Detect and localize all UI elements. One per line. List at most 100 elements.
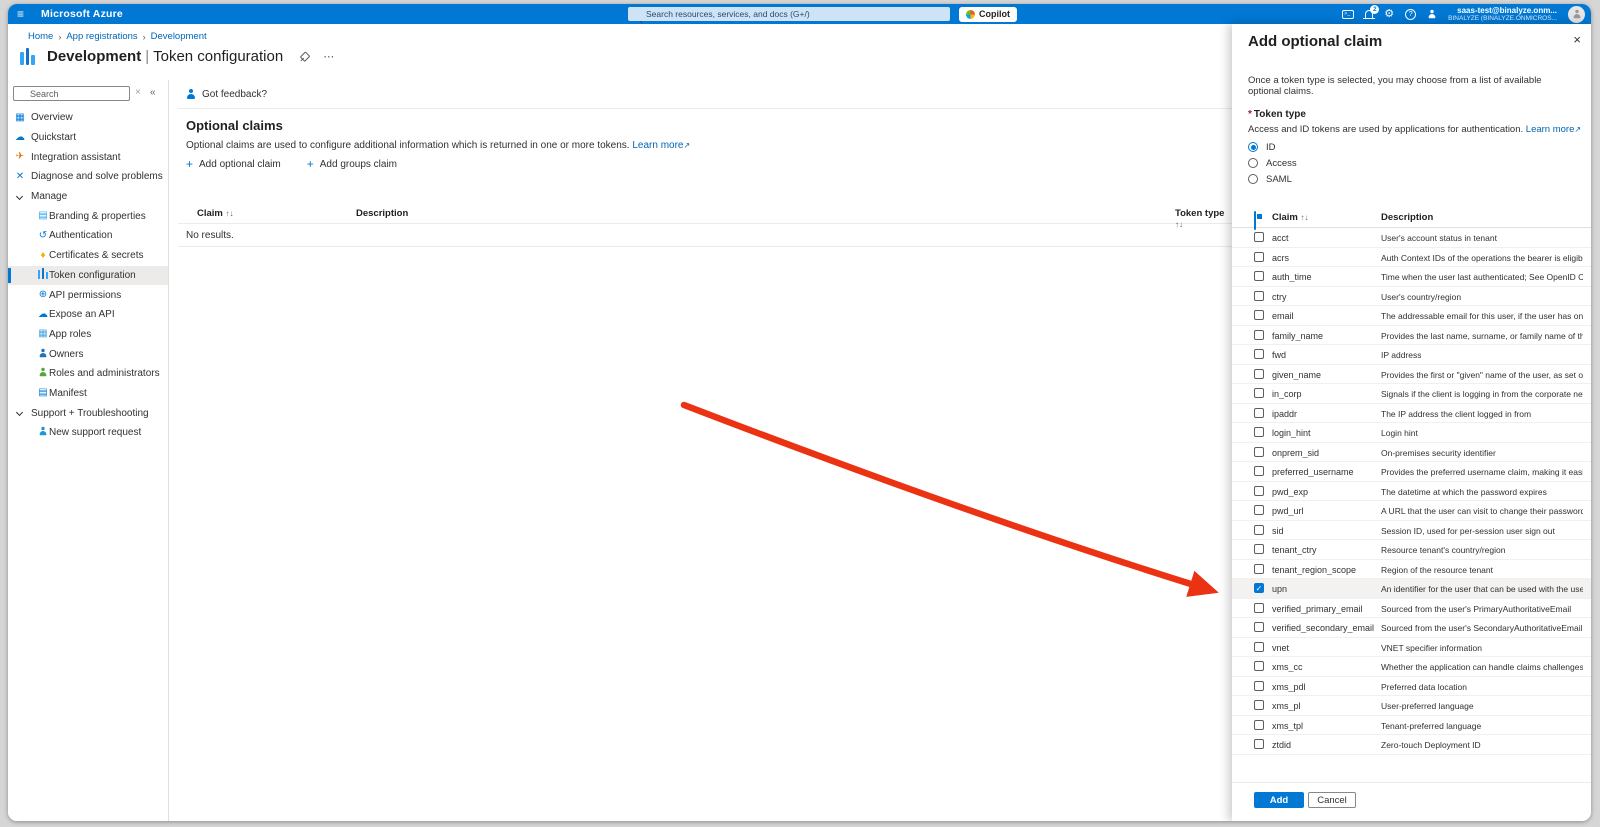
- sidebar-item-app-roles[interactable]: ▦App roles: [8, 325, 168, 345]
- cancel-button[interactable]: Cancel: [1308, 792, 1356, 808]
- sidebar-item-authentication[interactable]: ↺Authentication: [8, 226, 168, 246]
- hamburger-menu-icon[interactable]: ≡: [17, 8, 24, 20]
- sidebar-item-manage[interactable]: Manage: [8, 187, 168, 207]
- claim-checkbox[interactable]: [1254, 447, 1264, 457]
- breadcrumb-link-home[interactable]: Home: [28, 31, 53, 42]
- claim-row-family_name[interactable]: family_nameProvides the last name, surna…: [1232, 326, 1591, 346]
- claim-row-xms_pdl[interactable]: xms_pdlPreferred data location: [1232, 677, 1591, 697]
- sidebar-item-expose-an-api[interactable]: ☁Expose an API: [8, 305, 168, 325]
- claim-checkbox[interactable]: [1254, 232, 1264, 242]
- sidebar-item-support-troubleshooting[interactable]: Support + Troubleshooting: [8, 403, 168, 423]
- claim-row-preferred_username[interactable]: preferred_usernameProvides the preferred…: [1232, 462, 1591, 482]
- copilot-button[interactable]: Copilot: [959, 7, 1017, 22]
- sidebar-item-quickstart[interactable]: ☁Quickstart: [8, 128, 168, 148]
- claim-row-given_name[interactable]: given_nameProvides the first or "given" …: [1232, 365, 1591, 385]
- claim-row-auth_time[interactable]: auth_timeTime when the user last authent…: [1232, 267, 1591, 287]
- column-token-type[interactable]: Token type ↑↓: [1175, 208, 1232, 230]
- claim-checkbox[interactable]: [1254, 544, 1264, 554]
- claim-checkbox[interactable]: [1254, 505, 1264, 515]
- claim-row-sid[interactable]: sidSession ID, used for per-session user…: [1232, 521, 1591, 541]
- claim-checkbox[interactable]: [1254, 603, 1264, 613]
- claim-checkbox[interactable]: [1254, 271, 1264, 281]
- claim-checkbox[interactable]: [1254, 388, 1264, 398]
- claim-row-ztdid[interactable]: ztdidZero-touch Deployment ID: [1232, 735, 1591, 755]
- sidebar-item-roles-and-administrators[interactable]: Roles and administrators: [8, 364, 168, 384]
- claim-checkbox[interactable]: [1254, 564, 1264, 574]
- breadcrumb-link-app-registrations[interactable]: App registrations: [66, 31, 137, 42]
- column-description[interactable]: Description: [356, 208, 408, 219]
- learn-more-link[interactable]: Learn more: [1526, 124, 1575, 135]
- claim-row-login_hint[interactable]: login_hintLogin hint: [1232, 423, 1591, 443]
- claim-row-onprem_sid[interactable]: onprem_sidOn-premises security identifie…: [1232, 443, 1591, 463]
- breadcrumb-link-development[interactable]: Development: [151, 31, 207, 42]
- close-icon[interactable]: ×: [1573, 33, 1581, 46]
- claim-checkbox[interactable]: [1254, 310, 1264, 320]
- claim-row-xms_pl[interactable]: xms_plUser-preferred language: [1232, 696, 1591, 716]
- sidebar-item-integration-assistant[interactable]: ✈Integration assistant: [8, 147, 168, 167]
- claim-row-pwd_url[interactable]: pwd_urlA URL that the user can visit to …: [1232, 501, 1591, 521]
- claim-checkbox[interactable]: [1254, 661, 1264, 671]
- claim-checkbox[interactable]: [1254, 408, 1264, 418]
- claim-checkbox[interactable]: [1254, 349, 1264, 359]
- add-groups-claim-button[interactable]: +Add groups claim: [307, 158, 397, 170]
- sidebar-item-token-configuration[interactable]: Token configuration: [8, 266, 168, 286]
- pin-icon[interactable]: [297, 49, 311, 63]
- more-options-icon[interactable]: ⋯: [323, 50, 335, 63]
- column-claim[interactable]: Claim ↑↓: [197, 208, 234, 219]
- claim-row-vnet[interactable]: vnetVNET specifier information: [1232, 638, 1591, 658]
- claim-row-acrs[interactable]: acrsAuth Context IDs of the operations t…: [1232, 248, 1591, 268]
- claim-checkbox[interactable]: [1254, 330, 1264, 340]
- add-button[interactable]: Add: [1254, 792, 1304, 808]
- token-type-radio-id[interactable]: ID: [1248, 139, 1297, 155]
- claim-row-fwd[interactable]: fwdIP address: [1232, 345, 1591, 365]
- sidebar-item-manifest[interactable]: ▤Manifest: [8, 384, 168, 404]
- claim-row-xms_tpl[interactable]: xms_tplTenant-preferred language: [1232, 716, 1591, 736]
- claim-checkbox[interactable]: [1254, 622, 1264, 632]
- claim-checkbox[interactable]: [1254, 291, 1264, 301]
- claim-checkbox[interactable]: [1254, 252, 1264, 262]
- claim-row-ctry[interactable]: ctryUser's country/region: [1232, 287, 1591, 307]
- claim-checkbox[interactable]: [1254, 700, 1264, 710]
- claim-checkbox[interactable]: [1254, 427, 1264, 437]
- learn-more-link[interactable]: Learn more: [632, 140, 683, 151]
- add-optional-claim-button[interactable]: +Add optional claim: [186, 158, 281, 170]
- claims-column-claim[interactable]: Claim ↑↓: [1272, 212, 1309, 223]
- claim-checkbox[interactable]: [1254, 486, 1264, 496]
- claim-checkbox[interactable]: [1254, 720, 1264, 730]
- feedback-icon[interactable]: [1427, 9, 1437, 19]
- claim-row-email[interactable]: emailThe addressable email for this user…: [1232, 306, 1591, 326]
- claim-checkbox[interactable]: [1254, 739, 1264, 749]
- account-menu[interactable]: saas-test@binalyze.onm... BINALYZE (BINA…: [1448, 6, 1557, 23]
- claim-row-in_corp[interactable]: in_corpSignals if the client is logging …: [1232, 384, 1591, 404]
- claim-row-tenant_ctry[interactable]: tenant_ctryResource tenant's country/reg…: [1232, 540, 1591, 560]
- claim-checkbox[interactable]: [1254, 525, 1264, 535]
- claim-row-verified_primary_email[interactable]: verified_primary_emailSourced from the u…: [1232, 599, 1591, 619]
- token-type-radio-saml[interactable]: SAML: [1248, 171, 1297, 187]
- claim-row-upn[interactable]: ✓upnAn identifier for the user that can …: [1232, 579, 1591, 599]
- claim-checkbox[interactable]: ✓: [1254, 583, 1264, 593]
- sidebar-collapse-icon[interactable]: «: [150, 87, 156, 98]
- sidebar-item-api-permissions[interactable]: ⊕API permissions: [8, 285, 168, 305]
- claim-row-pwd_exp[interactable]: pwd_expThe datetime at which the passwor…: [1232, 482, 1591, 502]
- avatar[interactable]: [1568, 6, 1585, 23]
- sidebar-item-new-support-request[interactable]: New support request: [8, 423, 168, 443]
- brand-title[interactable]: Microsoft Azure: [41, 8, 123, 20]
- sidebar-item-diagnose-and-solve-problems[interactable]: ✕Diagnose and solve problems: [8, 167, 168, 187]
- sidebar-item-owners[interactable]: Owners: [8, 344, 168, 364]
- sidebar-search-clear-icon[interactable]: ×: [135, 87, 141, 98]
- claim-checkbox[interactable]: [1254, 681, 1264, 691]
- claim-row-verified_secondary_email[interactable]: verified_secondary_emailSourced from the…: [1232, 618, 1591, 638]
- claim-row-acct[interactable]: acctUser's account status in tenant: [1232, 228, 1591, 248]
- settings-gear-icon[interactable]: ⚙: [1384, 9, 1394, 20]
- claim-checkbox[interactable]: [1254, 369, 1264, 379]
- claim-row-ipaddr[interactable]: ipaddrThe IP address the client logged i…: [1232, 404, 1591, 424]
- got-feedback-button[interactable]: Got feedback?: [186, 89, 267, 100]
- claim-checkbox[interactable]: [1254, 642, 1264, 652]
- cloud-shell-icon[interactable]: >_: [1342, 10, 1354, 19]
- global-search-input[interactable]: [628, 7, 950, 21]
- sidebar-item-branding-properties[interactable]: ▤Branding & properties: [8, 206, 168, 226]
- token-type-radio-access[interactable]: Access: [1248, 155, 1297, 171]
- sidebar-item-certificates-secrets[interactable]: ♦Certificates & secrets: [8, 246, 168, 266]
- notifications-bell-icon[interactable]: 2: [1365, 10, 1373, 18]
- claim-checkbox[interactable]: [1254, 466, 1264, 476]
